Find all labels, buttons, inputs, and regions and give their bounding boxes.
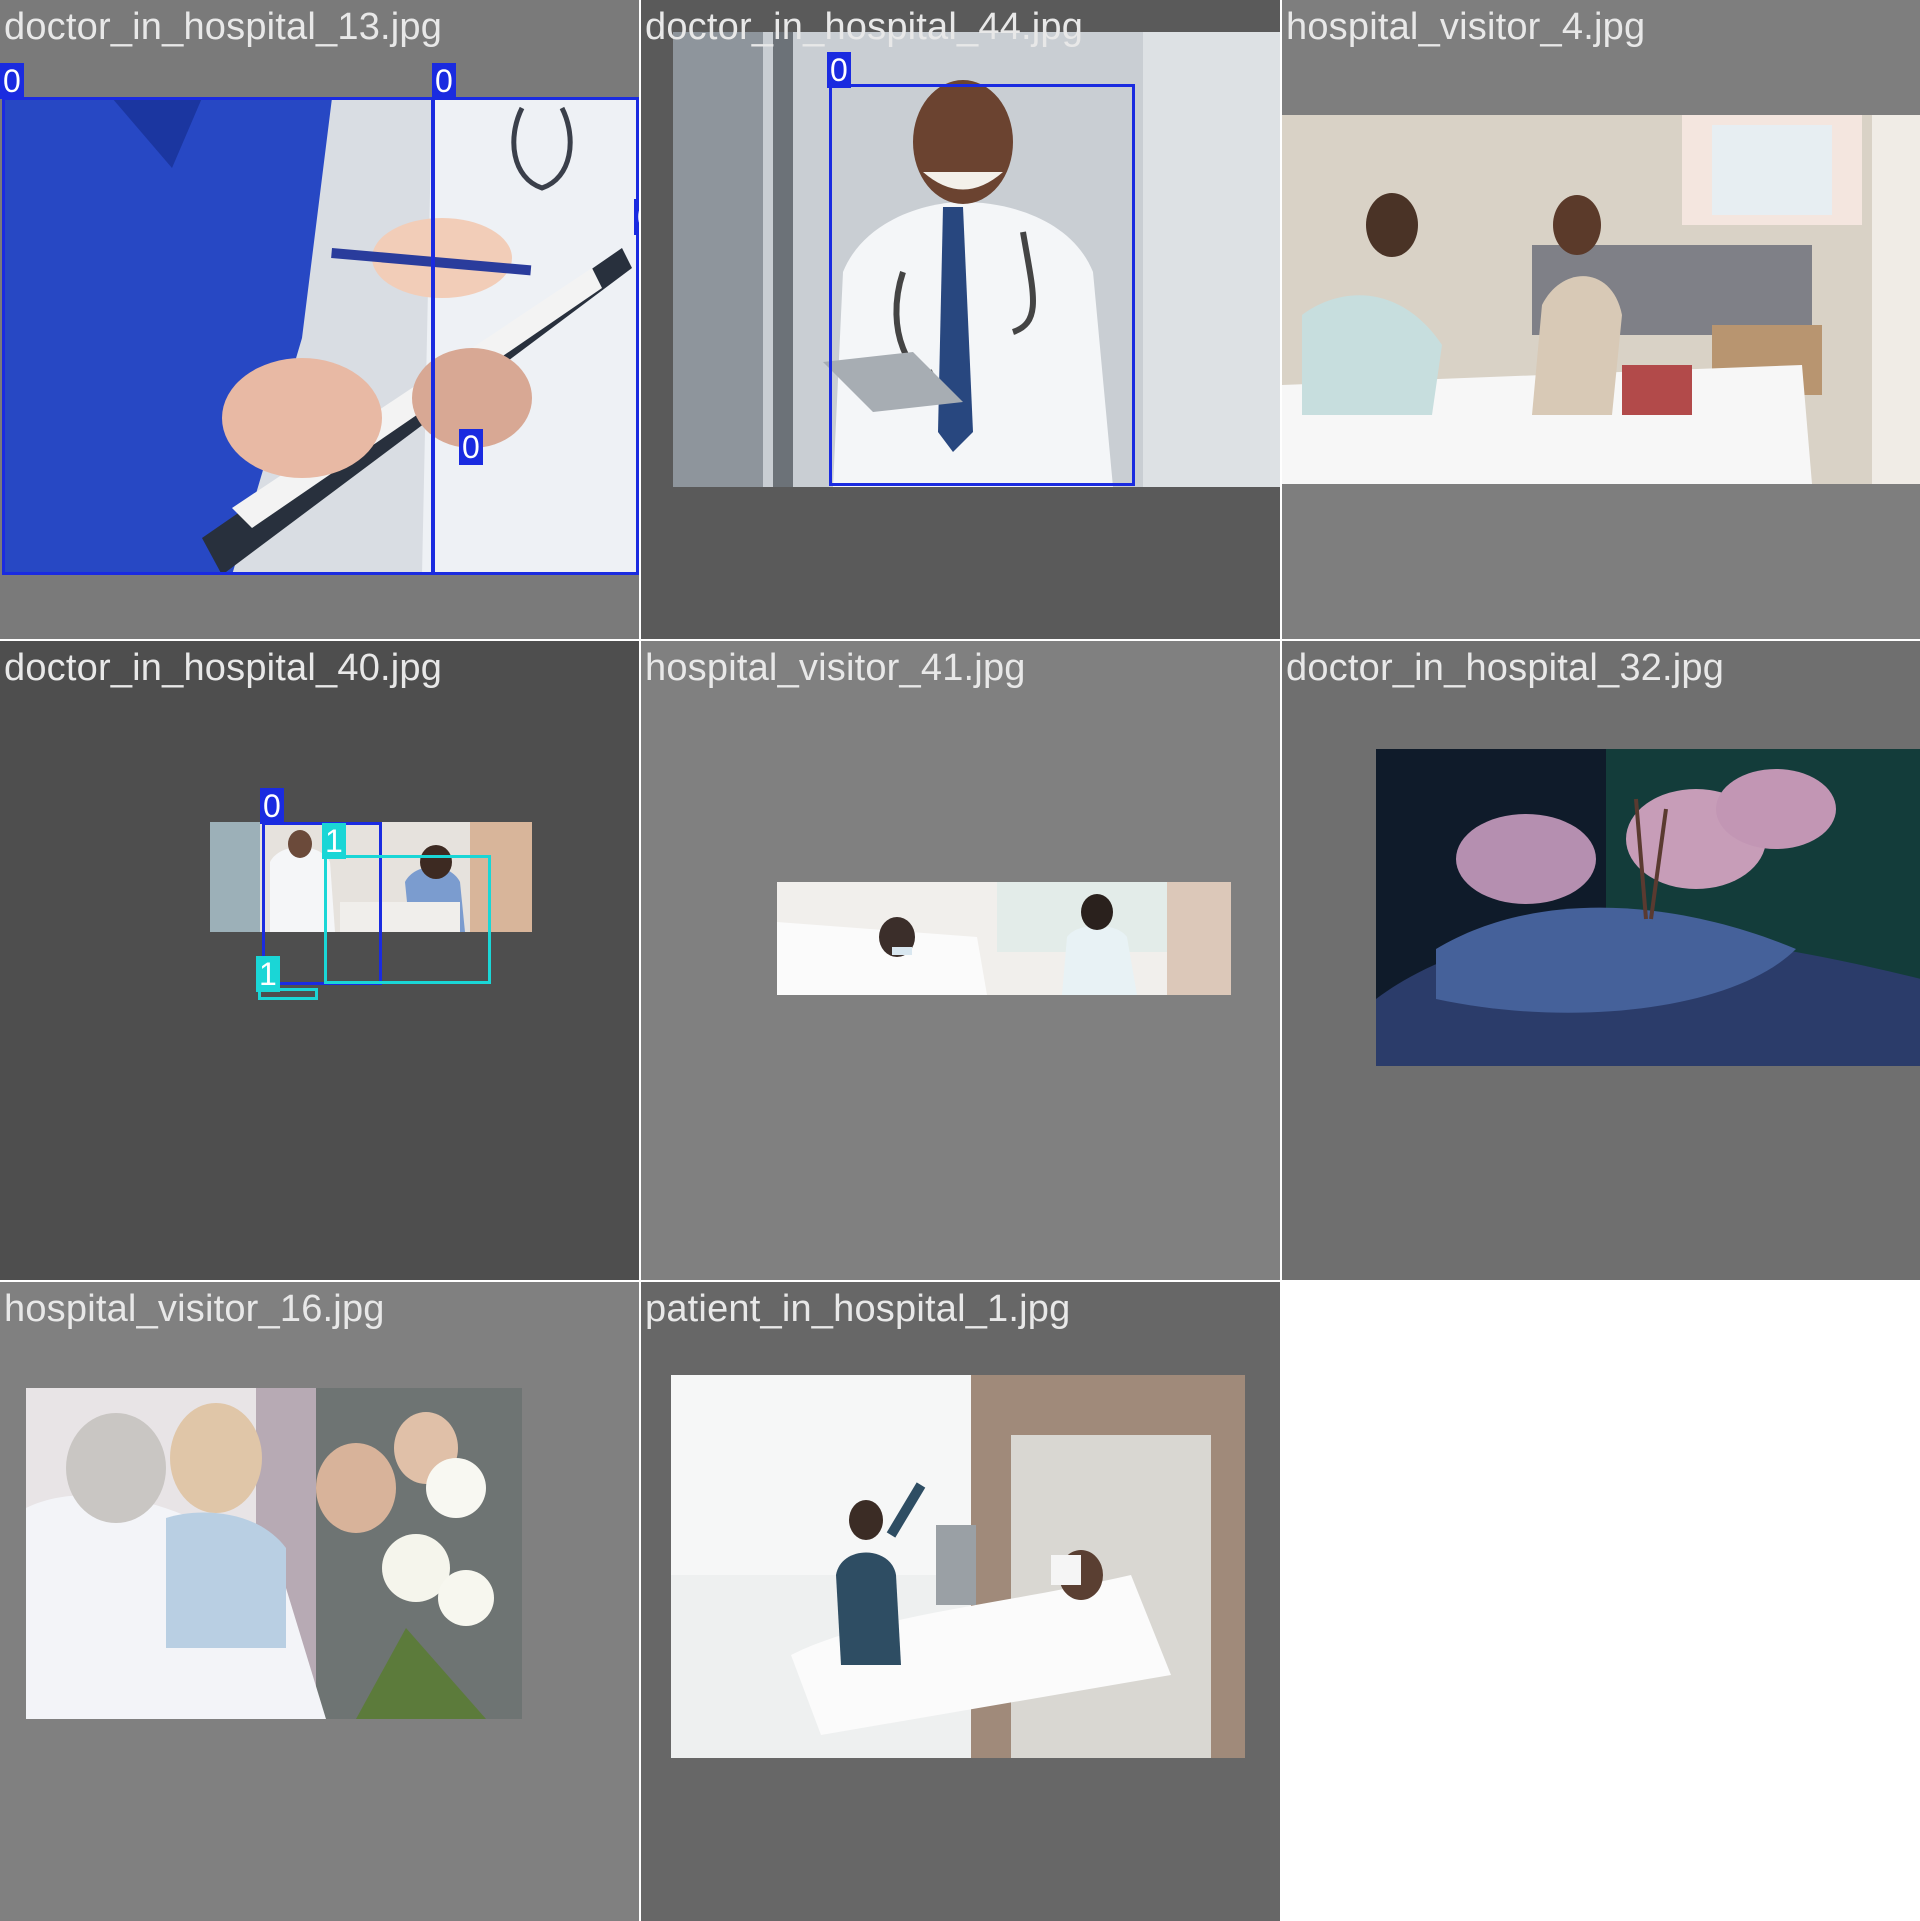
detection-label: 1: [256, 956, 280, 992]
image-filename: hospital_visitor_41.jpg: [645, 647, 1026, 689]
mosaic-tile: hospital_visitor_41.jpg: [641, 641, 1280, 1280]
mosaic-tile: doctor_in_hospital_32.jpg: [1282, 641, 1920, 1280]
image-filename: doctor_in_hospital_32.jpg: [1286, 647, 1725, 689]
detection-box-class-0: [829, 84, 1135, 486]
image-filename: doctor_in_hospital_13.jpg: [4, 6, 443, 48]
image-filename: doctor_in_hospital_44.jpg: [645, 6, 1084, 48]
photo-nurse-checking-patient: [777, 882, 1231, 995]
mosaic-tile: 0 0 0 0 doctor_in_hospital_13.jpg: [0, 0, 639, 639]
detection-label: 0: [459, 429, 483, 465]
mosaic-tile: hospital_visitor_16.jpg: [0, 1282, 639, 1921]
image-filename: hospital_visitor_4.jpg: [1286, 6, 1646, 48]
photo-patient-with-visitor: [1282, 115, 1920, 484]
mosaic-tile: 0 1 1 doctor_in_hospital_40.jpg: [0, 641, 639, 1280]
detection-label: 0: [0, 63, 24, 99]
detection-label: 0: [260, 788, 284, 824]
image-filename: patient_in_hospital_1.jpg: [645, 1288, 1071, 1330]
detection-label: 0: [827, 52, 851, 88]
image-filename: doctor_in_hospital_40.jpg: [4, 647, 443, 689]
detection-box-class-0: [2, 97, 434, 575]
mosaic-tile: 0 doctor_in_hospital_44.jpg: [641, 0, 1280, 639]
mosaic-tile: hospital_visitor_4.jpg: [1282, 0, 1920, 639]
detection-box-class-0: [432, 97, 639, 575]
detection-label: 0: [634, 199, 639, 235]
photo-surgery: [1376, 749, 1920, 1066]
mosaic-tile: patient_in_hospital_1.jpg: [641, 1282, 1280, 1921]
mosaic-grid: 0 0 0 0 doctor_in_hospital_13.jpg 0 do: [0, 0, 1920, 1921]
detection-box-class-1: [324, 855, 491, 984]
photo-nurse-at-iv-stand: [671, 1375, 1245, 1758]
detection-label: 1: [322, 823, 346, 859]
image-filename: hospital_visitor_16.jpg: [4, 1288, 385, 1330]
photo-family-visit-flowers: [26, 1388, 522, 1719]
detection-label: 0: [432, 63, 456, 99]
